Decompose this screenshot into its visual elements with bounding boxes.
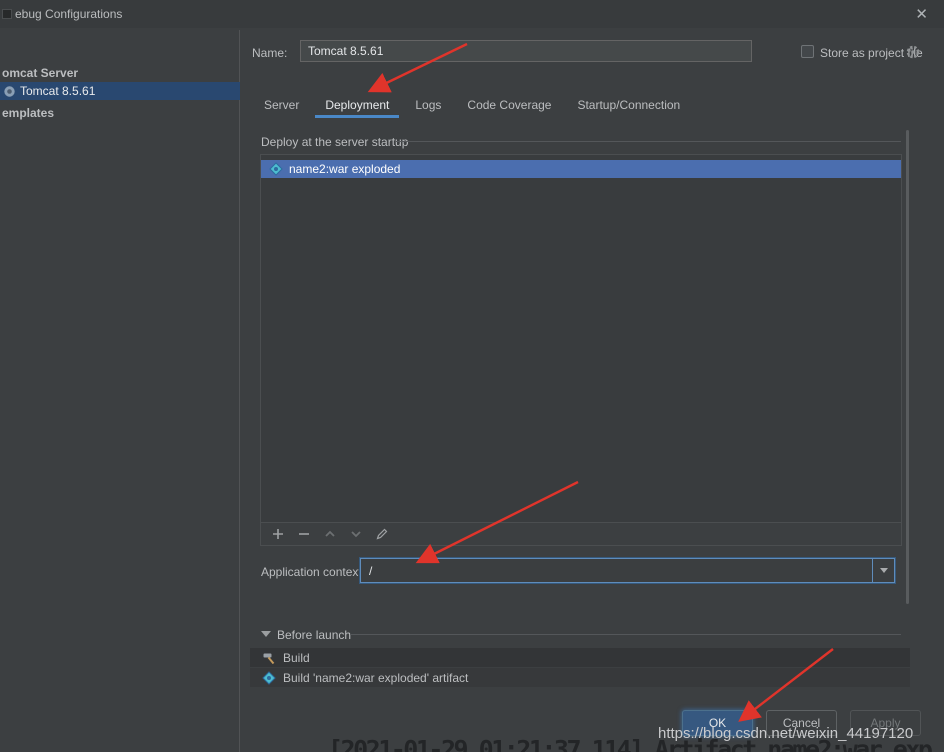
artifact-icon xyxy=(262,671,276,685)
before-launch-label: Before launch xyxy=(277,628,351,642)
titlebar: ebug Configurations ✕ xyxy=(0,0,944,28)
tab-deployment[interactable]: Deployment xyxy=(315,94,399,118)
combo-dropdown-button[interactable] xyxy=(872,559,894,582)
store-as-project-file-checkbox[interactable] xyxy=(801,45,814,58)
section-divider xyxy=(350,634,901,635)
debug-configurations-dialog: ebug Configurations ✕ omcat Server T xyxy=(0,0,944,752)
tab-startup-connection[interactable]: Startup/Connection xyxy=(567,94,690,118)
artifact-label: name2:war exploded xyxy=(289,162,400,176)
gear-icon[interactable] xyxy=(905,44,921,60)
application-context-value: / xyxy=(369,564,372,578)
tree-item-tomcat-8-5-61[interactable]: Tomcat 8.5.61 xyxy=(0,82,240,100)
before-launch-item-label: Build xyxy=(283,651,310,665)
tomcat-icon xyxy=(3,85,16,98)
chevron-down-icon xyxy=(880,568,888,573)
before-launch-item-build-artifact[interactable]: Build 'name2:war exploded' artifact xyxy=(250,668,910,687)
configurations-tree: omcat Server Tomcat 8.5.61 emplates xyxy=(0,30,240,752)
tree-item-tomcat-server[interactable]: omcat Server xyxy=(0,64,240,81)
edit-icon[interactable] xyxy=(374,527,389,542)
before-launch-item-build[interactable]: Build xyxy=(250,648,910,667)
settings-tabs: Server Deployment Logs Code Coverage Sta… xyxy=(254,94,696,118)
watermark-text: https://blog.csdn.net/weixin_44197120 xyxy=(658,725,913,742)
name-label: Name: xyxy=(252,46,287,60)
add-icon[interactable] xyxy=(270,527,285,542)
close-icon[interactable]: ✕ xyxy=(915,5,928,23)
name-input[interactable]: Tomcat 8.5.61 xyxy=(300,40,752,62)
tab-code-coverage[interactable]: Code Coverage xyxy=(457,94,561,118)
window-icon xyxy=(2,9,12,19)
before-launch-item-label: Build 'name2:war exploded' artifact xyxy=(283,671,468,685)
artifacts-list-toolbar xyxy=(260,523,902,546)
vertical-scrollbar[interactable] xyxy=(906,130,909,604)
artifacts-list[interactable]: name2:war exploded xyxy=(260,154,902,523)
before-launch-expander-icon[interactable] xyxy=(261,631,271,637)
tab-server[interactable]: Server xyxy=(254,94,309,118)
section-divider xyxy=(396,141,901,142)
deploy-section-label: Deploy at the server startup xyxy=(261,135,408,149)
application-context-label: Application context: xyxy=(261,565,365,579)
tree-item-label: Tomcat 8.5.61 xyxy=(20,84,95,98)
tree-item-templates[interactable]: emplates xyxy=(0,104,240,121)
artifact-list-item[interactable]: name2:war exploded xyxy=(261,160,901,178)
application-context-combobox[interactable]: / xyxy=(360,558,895,583)
tab-logs[interactable]: Logs xyxy=(405,94,451,118)
move-up-icon[interactable] xyxy=(322,527,337,542)
window-title: ebug Configurations xyxy=(15,7,122,21)
move-down-icon[interactable] xyxy=(348,527,363,542)
remove-icon[interactable] xyxy=(296,527,311,542)
artifact-icon xyxy=(269,162,283,176)
hammer-icon xyxy=(262,651,276,665)
